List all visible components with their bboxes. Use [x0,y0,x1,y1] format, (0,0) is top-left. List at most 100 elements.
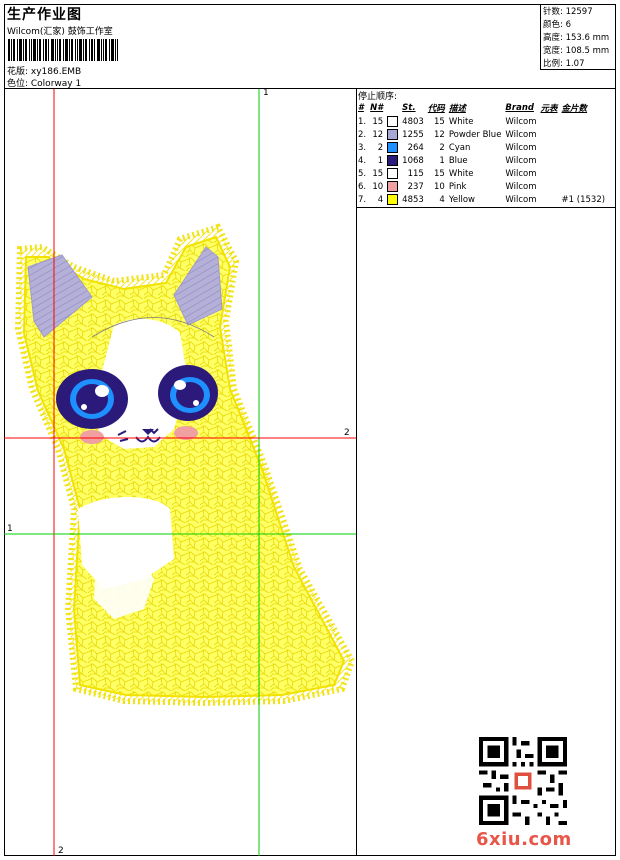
row-code: 10 [433,181,445,192]
row-stitches: 1255 [402,129,424,140]
row-color [386,141,401,154]
table-row: 7. 4 4853 4 Yellow Wilcom #1 (1532) [357,193,608,206]
table-row: 4. 1 1068 1 Blue Wilcom [357,154,608,167]
col-element: 元表 [540,103,558,114]
col-code: 代码 [427,103,445,114]
row-sequins: #1 (1532) [561,194,606,205]
guide-h-red-label: 2 [344,428,350,438]
page-title: 生产作业图 [7,7,82,23]
row-brand: Wilcom [505,181,537,192]
row-color [386,115,401,128]
design-stats: 针数: 12597 颜色: 6 高度: 153.6 mm 宽度: 108.5 m… [540,4,616,70]
row-element [540,115,561,128]
row-needle: 10 [372,181,384,192]
row-element [540,167,561,180]
row-brand: Wilcom [505,168,537,179]
col-desc: 描述 [448,103,466,114]
row-element [540,180,561,193]
row-index: 1. [358,116,367,127]
row-index: 2. [358,129,367,140]
guide-h-green-label: 1 [7,524,13,534]
row-desc: Yellow [448,194,475,205]
row-element [540,128,561,141]
table-row: 3. 2 264 2 Cyan Wilcom [357,141,608,154]
color-swatch [387,168,399,179]
row-desc: Blue [448,155,468,166]
row-desc: Pink [448,181,467,192]
row-sequins [561,141,609,154]
row-needle: 12 [372,129,384,140]
table-row: 5. 15 115 15 White Wilcom [357,167,608,180]
row-color [386,193,401,206]
row-sequins [561,154,609,167]
row-code: 15 [433,168,445,179]
row-needle: 1 [377,155,384,166]
left-cheek [80,430,104,444]
row-sequins [561,115,609,128]
stop-sequence-table: # N# St. 代码 描述 Brand 元表 金片数 1. 15 4803 15 Wh… [357,101,608,206]
company-subtitle: Wilcom(汇家) 鼓饰工作室 [7,27,113,37]
row-element [540,154,561,167]
row-desc: Powder Blue [448,129,502,140]
watermark: 6xiu.com [476,829,572,850]
row-needle: 15 [372,116,384,127]
guide-v-red-label: 2 [58,846,64,856]
col-index: # [358,102,364,113]
color-swatch [387,129,399,140]
row-index: 4. [358,155,367,166]
row-needle: 2 [377,142,384,153]
row-element [540,141,561,154]
row-stitches: 4803 [402,116,424,127]
stat-height: 高度: 153.6 mm [543,33,610,43]
color-swatch [387,181,399,192]
row-sequins [561,180,609,193]
row-index: 6. [358,181,367,192]
row-code: 1 [439,155,445,166]
row-color [386,128,401,141]
col-stitches: St. [402,102,416,113]
row-needle: 15 [372,168,384,179]
row-brand: Wilcom [505,129,537,140]
row-color [386,180,401,193]
row-code: 12 [433,129,445,140]
stat-scale: 比例: 1.07 [543,59,585,69]
guide-v-green-label: 1 [263,88,269,98]
row-index: 7. [358,194,367,205]
qr-code [479,737,567,825]
color-swatch [387,116,399,127]
row-desc: Cyan [448,142,471,153]
stat-stitches: 针数: 12597 [543,7,593,17]
row-code: 4 [439,194,445,205]
row-stitches: 115 [407,168,424,179]
row-code: 2 [439,142,445,153]
row-code: 15 [433,116,445,127]
row-brand: Wilcom [505,116,537,127]
table-row: 2. 12 1255 12 Powder Blue Wilcom [357,128,608,141]
col-brand: Brand [505,102,534,113]
design-canvas: 2 1 2 1 [4,88,357,856]
sequence-divider [357,207,616,208]
color-swatch [387,194,399,205]
row-stitches: 1068 [402,155,424,166]
stat-width: 宽度: 108.5 mm [543,46,610,56]
table-row: 6. 10 237 10 Pink Wilcom [357,180,608,193]
row-element [540,193,561,206]
row-brand: Wilcom [505,155,537,166]
row-desc: White [448,116,474,127]
table-row: 1. 15 4803 15 White Wilcom [357,115,608,128]
row-index: 3. [358,142,367,153]
col-needle: N# [370,102,384,113]
row-color [386,154,401,167]
color-swatch [387,142,399,153]
color-swatch [387,155,399,166]
row-stitches: 264 [407,142,424,153]
barcode [8,39,118,61]
embroidery-design [4,89,356,856]
row-needle: 4 [377,194,384,205]
row-stitches: 4853 [402,194,424,205]
row-stitches: 237 [407,181,424,192]
right-eye [158,365,218,421]
row-sequins [561,128,609,141]
left-eye [56,369,128,429]
header: 生产作业图 Wilcom(汇家) 鼓饰工作室 花版: xy186.EMB 色位:… [4,4,540,89]
